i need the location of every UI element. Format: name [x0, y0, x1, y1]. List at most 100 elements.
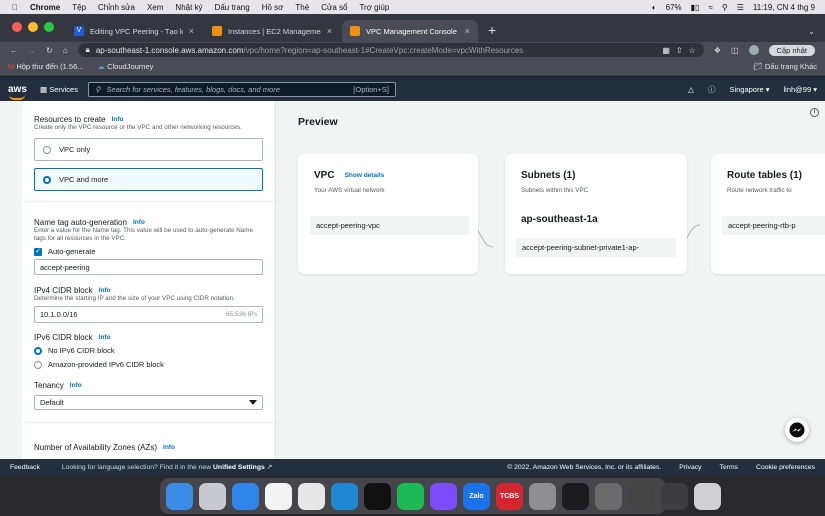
tab-search-chevron-icon[interactable]: ⌄ — [798, 27, 825, 42]
other-bookmarks[interactable]: 📁︎ Dấu trang Khác — [753, 62, 817, 71]
browser-tab-ec2[interactable]: Instances | EC2 Management × — [204, 20, 340, 42]
menubar-item-profiles[interactable]: Hồ sơ — [262, 3, 284, 12]
photos-dock-icon[interactable] — [265, 482, 292, 510]
menubar-item-help[interactable]: Trợ giúp — [359, 3, 389, 12]
info-link[interactable]: Info — [112, 116, 124, 123]
help-icon[interactable]: ⓘ — [708, 84, 716, 95]
radio-button-selected[interactable] — [34, 346, 42, 355]
radio-button[interactable] — [34, 360, 42, 369]
battery-icon[interactable]: ▮▯ — [691, 3, 700, 12]
messenger-chat-button[interactable] — [785, 418, 809, 442]
share-icon[interactable]: ⇧ — [676, 46, 683, 55]
name-tag-input[interactable]: accept-peering — [34, 259, 263, 275]
menubar-item-file[interactable]: Tệp — [72, 3, 86, 12]
zalo-dock-icon[interactable]: Zalo — [463, 482, 490, 510]
aws-search-input[interactable]: ⚲ Search for services, features, blogs, … — [87, 81, 396, 97]
option-vpc-and-more[interactable]: VPC and more — [34, 168, 263, 191]
cloudshell-icon[interactable]: △ — [688, 85, 694, 94]
ipv6-option-none[interactable]: No IPv6 CIDR block — [34, 346, 263, 355]
screen-app-dock-icon[interactable] — [628, 482, 655, 510]
main-content: Resources to create Info Create only the… — [0, 101, 825, 459]
browser-tab-vpc-peering[interactable]: V Editing VPC Peering - Tạo kết × — [66, 20, 202, 42]
region-selector[interactable]: Singapore ▾ — [729, 85, 769, 94]
update-chrome-button[interactable]: Cập nhật — [768, 44, 815, 56]
minimize-window-button[interactable] — [28, 22, 38, 32]
vpc-node[interactable]: accept-peering-vpc — [310, 216, 469, 235]
aws-logo[interactable]: aws — [8, 84, 30, 100]
browser-tab-vpc-console[interactable]: VPC Management Console × — [342, 20, 478, 42]
info-link[interactable]: Info — [133, 219, 145, 226]
route-table-node[interactable]: accept-peering-rtb-p — [722, 216, 825, 235]
trash-dock-icon[interactable] — [694, 482, 721, 510]
sidepanel-icon[interactable]: ◫ — [731, 46, 739, 55]
menubar-item-window[interactable]: Cửa sổ — [321, 3, 347, 12]
clock[interactable]: 11:19, CN 4 thg 9 — [753, 3, 815, 12]
home-icon[interactable]: ⌂ — [63, 46, 68, 55]
finder-dock-icon[interactable] — [166, 482, 193, 510]
account-menu[interactable]: linh@99 ▾ — [784, 85, 818, 94]
ipv6-cidr-label: IPv6 CIDR block Info — [34, 333, 263, 342]
search-icon[interactable]: ⚲ — [722, 3, 728, 12]
services-menu[interactable]: ▦ Services — [40, 85, 78, 94]
menubar-item-bookmarks[interactable]: Dấu trang — [215, 3, 250, 12]
info-icon[interactable]: i — [810, 108, 819, 117]
bell-icon[interactable]: ◐ — [652, 3, 657, 12]
unified-settings-link[interactable]: Unified Settings — [213, 464, 265, 471]
lock-icon[interactable]: 🔒︎ — [86, 45, 90, 55]
tcbs-dock-icon[interactable]: TCBS — [496, 482, 523, 510]
auto-generate-checkbox-row[interactable]: ✓ Auto-generate — [34, 247, 263, 256]
translate-icon[interactable]: ▦ — [662, 46, 670, 55]
extensions-icon[interactable]: ❖ — [714, 46, 721, 55]
menubar-item-view[interactable]: Xem — [147, 3, 163, 12]
radio-button[interactable] — [43, 145, 51, 154]
control-center-icon[interactable]: ☰ — [737, 3, 744, 12]
messenger-dock-icon[interactable] — [430, 482, 457, 510]
maximize-window-button[interactable] — [44, 22, 54, 32]
ipv6-option-amazon[interactable]: Amazon-provided IPv6 CIDR block — [34, 360, 263, 369]
new-tab-button[interactable]: + — [480, 22, 504, 42]
bookmark-star-icon[interactable]: ☆ — [689, 46, 696, 55]
address-bar[interactable]: 🔒︎ ap-southeast-1.console.aws.amazon.com… — [77, 43, 704, 57]
chrome-dock-icon[interactable] — [298, 482, 325, 510]
close-tab-icon[interactable]: × — [465, 26, 470, 36]
radio-button-selected[interactable] — [43, 175, 51, 184]
safari-dock-icon[interactable] — [232, 482, 259, 510]
spotify-dock-icon[interactable] — [397, 482, 424, 510]
reload-icon[interactable]: ↻ — [46, 46, 53, 55]
close-tab-icon[interactable]: × — [327, 26, 332, 36]
option-vpc-only[interactable]: VPC only — [34, 138, 263, 161]
info-link[interactable]: Info — [99, 287, 111, 294]
profile-avatar[interactable] — [748, 45, 759, 55]
terms-link[interactable]: Terms — [720, 464, 739, 471]
vscode-dock-icon[interactable] — [331, 482, 358, 510]
back-arrow-icon[interactable]: ← — [10, 46, 18, 55]
circle-app-dock-icon[interactable] — [562, 482, 589, 510]
downloads-dock-icon[interactable] — [661, 482, 688, 510]
subnet-node[interactable]: accept-peering-subnet-private1-ap- — [516, 238, 676, 257]
launchpad-dock-icon[interactable] — [199, 482, 226, 510]
apple-icon[interactable]:  — [12, 3, 18, 12]
close-window-button[interactable] — [12, 22, 22, 32]
menubar-item-edit[interactable]: Chỉnh sửa — [98, 3, 135, 12]
privacy-link[interactable]: Privacy — [679, 464, 701, 471]
info-link[interactable]: Info — [70, 382, 82, 389]
bookmark-gmail[interactable]: M Hộp thư đến (1.56... — [8, 62, 84, 71]
close-tab-icon[interactable]: × — [189, 26, 194, 36]
info-link[interactable]: Info — [99, 334, 111, 341]
bookmark-cloudjourney[interactable]: ☁ CloudJourney — [98, 62, 154, 71]
system-preferences-dock-icon[interactable] — [529, 482, 556, 510]
preview-app-dock-icon[interactable] — [595, 482, 622, 510]
terminal-dock-icon[interactable] — [364, 482, 391, 510]
feedback-link[interactable]: Feedback — [10, 464, 40, 471]
show-details-link[interactable]: Show details — [345, 172, 385, 179]
cookie-preferences-link[interactable]: Cookie preferences — [756, 464, 815, 471]
info-link[interactable]: Info — [163, 444, 175, 451]
ipv4-cidr-input[interactable]: 10.1.0.0/16 65,536 IPs — [34, 306, 263, 323]
wifi-icon[interactable]: ≈ — [708, 3, 712, 12]
menubar-app-name[interactable]: Chrome — [30, 3, 60, 12]
forward-arrow-icon[interactable]: → — [28, 46, 36, 55]
menubar-item-tab[interactable]: Thẻ — [295, 3, 309, 12]
auto-generate-checkbox[interactable]: ✓ — [34, 247, 42, 256]
menubar-item-history[interactable]: Nhật ký — [175, 3, 202, 12]
tenancy-select[interactable]: Default — [34, 395, 263, 410]
